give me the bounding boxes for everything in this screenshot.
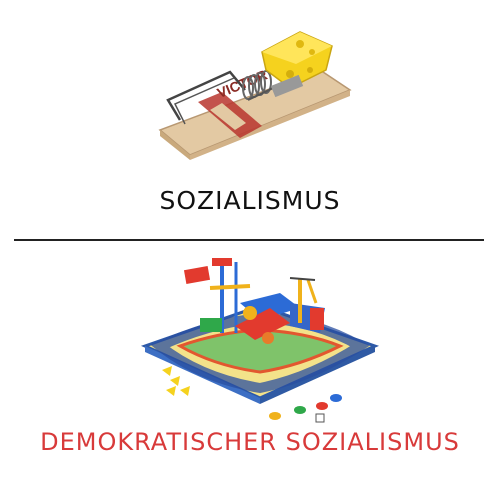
- top-panel: VICTOR SOZIALISMUS: [0, 0, 500, 240]
- bottom-panel: DEMOKRATISCHER SOZIALISMUS: [0, 243, 500, 486]
- mousetrap-image: VICTOR: [158, 31, 352, 160]
- caption-demokratischer-sozialismus: DEMOKRATISCHER SOZIALISMUS: [40, 428, 460, 456]
- board-game-image: [140, 258, 380, 423]
- caption-sozialismus: SOZIALISMUS: [159, 186, 341, 215]
- divider-line: [14, 239, 484, 241]
